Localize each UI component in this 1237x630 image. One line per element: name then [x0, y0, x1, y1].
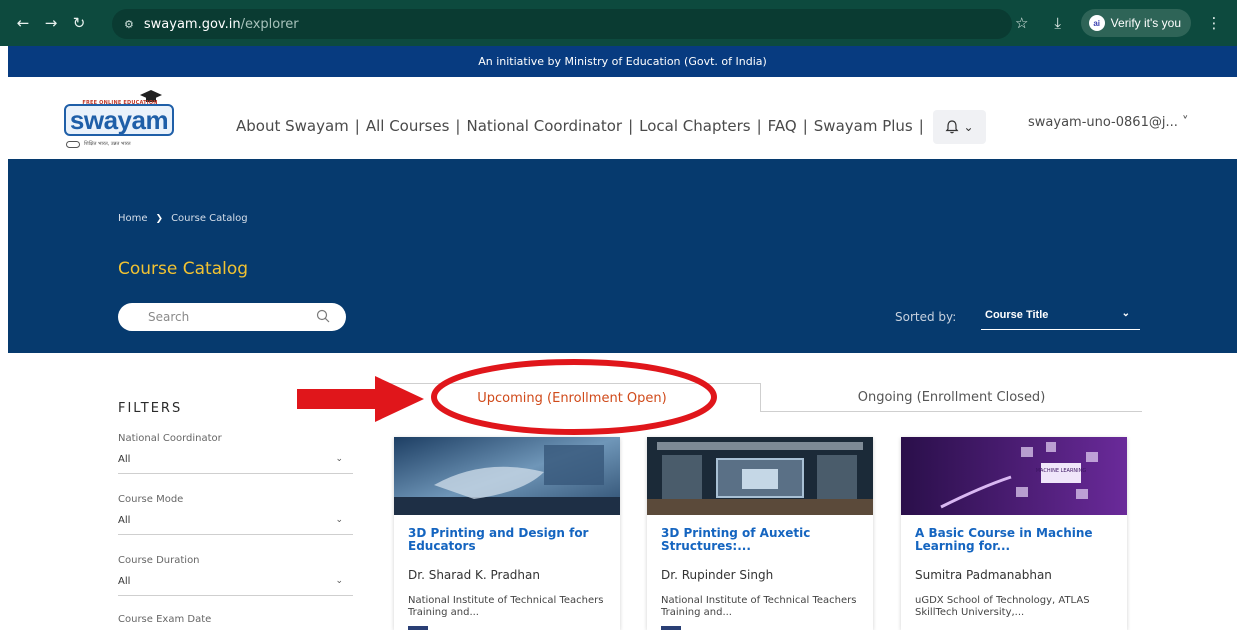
chevron-down-icon: ⌄	[963, 120, 974, 134]
initiative-text: An initiative by Ministry of Education (…	[478, 55, 767, 68]
search-placeholder: Search	[148, 310, 190, 324]
course-flag-badge	[408, 626, 428, 630]
nav-separator: |	[756, 117, 762, 135]
course-institute: National Institute of Technical Teachers…	[661, 595, 857, 618]
annotation-arrow-icon	[297, 376, 424, 422]
course-title[interactable]: A Basic Course in Machine Learning for..…	[915, 527, 1115, 553]
nav-separator: |	[354, 117, 360, 135]
logo-wordmark: swayam	[64, 104, 174, 136]
nav-local-chapters[interactable]: Local Chapters	[639, 117, 750, 135]
site-info-icon[interactable]: ⚙	[124, 18, 134, 31]
chevron-down-icon: ⌄	[1121, 308, 1130, 319]
catalog-hero: Home ❯ Course Catalog Course Catalog Sea…	[8, 159, 1237, 353]
course-thumbnail	[647, 437, 873, 515]
course-institute: uGDX School of Technology, ATLAS SkillTe…	[915, 595, 1090, 618]
filter-value: All	[118, 454, 131, 465]
logo-subtitle: शिक्षित भारत, उन्नत भारत	[66, 139, 176, 149]
course-title[interactable]: 3D Printing and Design for Educators	[408, 527, 608, 553]
url-host: swayam.gov.in	[143, 16, 241, 32]
chevron-down-icon: ⌄	[335, 454, 343, 464]
tab-ongoing[interactable]: Ongoing (Enrollment Closed)	[761, 383, 1142, 412]
filter-select[interactable]: All ⌄	[118, 576, 353, 596]
page-title: Course Catalog	[118, 259, 249, 279]
filter-select[interactable]: All ⌄	[118, 454, 353, 474]
main-nav: About Swayam | All Courses | National Co…	[236, 117, 930, 135]
breadcrumb-current: Course Catalog	[171, 213, 248, 224]
sorted-by-label: Sorted by:	[895, 310, 957, 324]
nav-national-coordinator[interactable]: National Coordinator	[466, 117, 622, 135]
verify-label: Verify it's you	[1110, 16, 1181, 30]
address-bar[interactable]: ⚙ swayam.gov.in/explorer	[112, 9, 1012, 39]
swayam-logo[interactable]: FREE ONLINE EDUCATION swayam शिक्षित भार…	[58, 90, 182, 150]
notifications-button[interactable]: ⌄	[933, 110, 986, 144]
course-instructor: Dr. Sharad K. Pradhan	[408, 568, 540, 582]
filters-heading: FILTERS	[118, 401, 183, 416]
tab-ongoing-label: Ongoing (Enrollment Closed)	[857, 389, 1046, 405]
course-card[interactable]: 3D Printing and Design for Educators Dr.…	[394, 437, 620, 630]
verify-button[interactable]: ai Verify it's you	[1080, 9, 1191, 37]
breadcrumb-home[interactable]: Home	[118, 213, 148, 224]
filter-national-coordinator: National Coordinator All ⌄	[118, 433, 353, 474]
filter-value: All	[118, 515, 131, 526]
course-instructor: Dr. Rupinder Singh	[661, 568, 774, 582]
thumb-label: MACHINE LEARNING	[1036, 468, 1087, 474]
course-institute: National Institute of Technical Teachers…	[408, 595, 604, 618]
logo-sub-text: शिक्षित भारत, उन्नत भारत	[84, 141, 131, 147]
filter-value: All	[118, 576, 131, 587]
nav-about-swayam[interactable]: About Swayam	[236, 117, 349, 135]
chevron-down-icon: ⌄	[335, 515, 343, 525]
reload-icon[interactable]: ↻	[68, 12, 90, 34]
logo-pill-icon	[66, 140, 80, 148]
course-flag-badge	[661, 626, 681, 630]
course-title[interactable]: 3D Printing of Auxetic Structures:...	[661, 527, 861, 553]
profile-avatar-icon: ai	[1088, 15, 1105, 31]
user-menu[interactable]: swayam-uno-0861@j... ˅	[1028, 115, 1188, 130]
filter-select[interactable]: All ⌄	[118, 515, 353, 535]
filter-course-exam-date: Course Exam Date	[118, 614, 353, 625]
nav-all-courses[interactable]: All Courses	[366, 117, 450, 135]
download-icon[interactable]: ⤓	[1045, 10, 1071, 36]
nav-separator: |	[802, 117, 808, 135]
course-card[interactable]: 3D Printing of Auxetic Structures:... Dr…	[647, 437, 873, 630]
nav-separator: |	[628, 117, 634, 135]
filter-course-duration: Course Duration All ⌄	[118, 555, 353, 596]
course-thumbnail: MACHINE LEARNING	[901, 437, 1127, 515]
breadcrumb: Home ❯ Course Catalog	[118, 213, 248, 224]
course-card[interactable]: MACHINE LEARNING A Basic Course in Machi…	[901, 437, 1127, 630]
search-input[interactable]: Search	[118, 303, 346, 331]
initiative-banner: An initiative by Ministry of Education (…	[8, 46, 1237, 77]
annotation-ring	[431, 359, 717, 435]
nav-separator: |	[455, 117, 461, 135]
back-icon[interactable]: ←	[12, 12, 34, 34]
url-path: /explorer	[240, 16, 299, 32]
browser-toolbar: ← → ↻ ⚙ swayam.gov.in/explorer ☆ ⤓ ai Ve…	[0, 0, 1237, 46]
nav-swayam-plus[interactable]: Swayam Plus	[814, 117, 913, 135]
sort-select[interactable]: Course Title ⌄	[981, 301, 1140, 330]
filter-label: National Coordinator	[118, 433, 222, 444]
sort-value: Course Title	[985, 309, 1049, 321]
nav-faq[interactable]: FAQ	[768, 117, 797, 135]
course-thumbnail	[394, 437, 620, 515]
filter-course-mode: Course Mode All ⌄	[118, 494, 353, 535]
site-header: FREE ONLINE EDUCATION swayam शिक्षित भार…	[8, 77, 1237, 159]
bell-icon	[946, 120, 959, 134]
chevron-down-icon: ⌄	[335, 576, 343, 586]
course-instructor: Sumitra Padmanabhan	[915, 568, 1052, 582]
chevron-right-icon: ❯	[155, 213, 164, 224]
filter-label: Course Exam Date	[118, 614, 212, 625]
bookmark-star-icon[interactable]: ☆	[1009, 10, 1035, 36]
nav-separator: |	[918, 117, 924, 135]
filter-label: Course Duration	[118, 555, 200, 566]
filter-label: Course Mode	[118, 494, 184, 505]
forward-icon[interactable]: →	[40, 12, 62, 34]
more-menu-icon[interactable]: ⋮	[1201, 10, 1227, 36]
search-icon[interactable]	[316, 309, 330, 323]
